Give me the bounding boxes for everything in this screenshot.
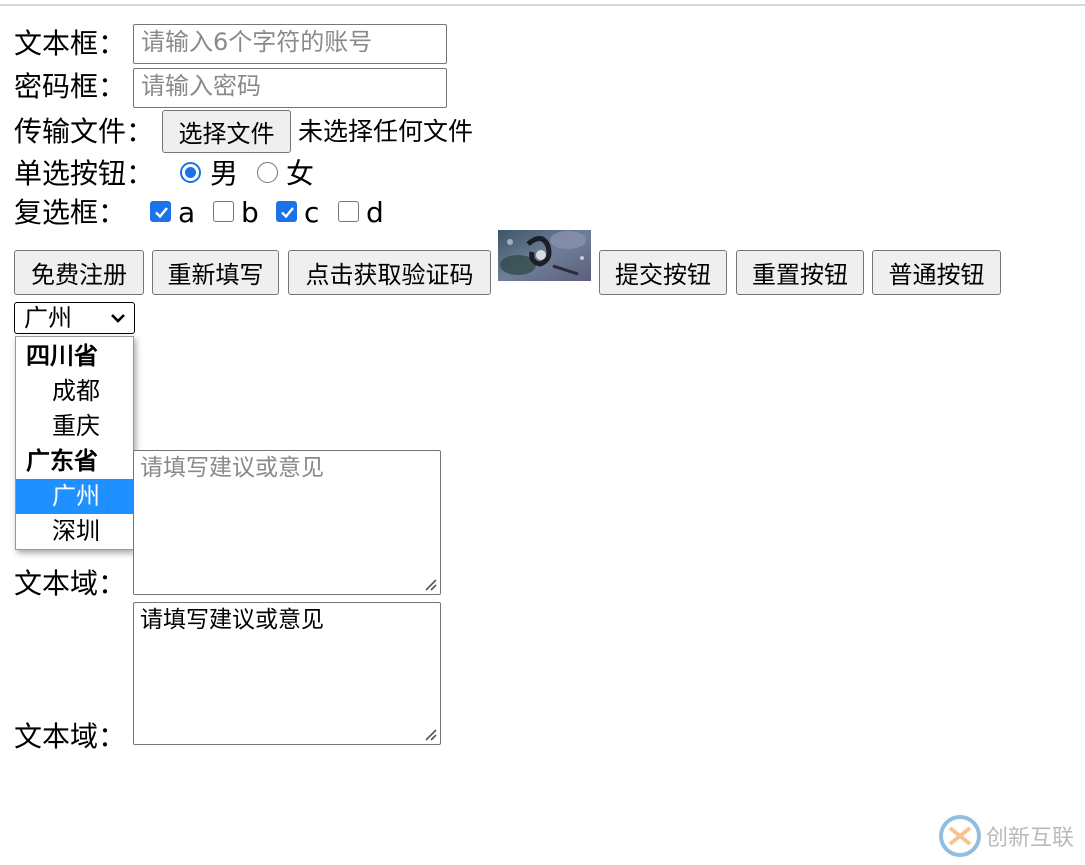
watermark: 创新互联 bbox=[934, 806, 1084, 862]
file-field-label: 传输文件： bbox=[14, 115, 155, 148]
password-field-label: 密码框： bbox=[14, 70, 127, 103]
choose-file-button[interactable]: 选择文件 bbox=[162, 110, 291, 153]
checkbox-d[interactable] bbox=[338, 201, 359, 222]
check-icon bbox=[281, 207, 294, 219]
checkbox-c[interactable] bbox=[276, 201, 297, 222]
top-divider bbox=[0, 4, 1085, 6]
checkbox-c-label: c bbox=[304, 196, 320, 229]
checkbox-d-label: d bbox=[366, 196, 384, 229]
text-field-label: 文本框： bbox=[14, 27, 127, 60]
brand-logo-icon bbox=[939, 815, 981, 857]
image-submit-button[interactable] bbox=[498, 230, 591, 281]
textarea-1-label: 文本域： bbox=[14, 567, 127, 600]
radio-field-label: 单选按钮： bbox=[14, 157, 155, 190]
option-chongqing[interactable]: 重庆 bbox=[16, 409, 133, 444]
register-button[interactable]: 免费注册 bbox=[14, 250, 144, 295]
chevron-down-icon bbox=[111, 314, 125, 323]
optgroup-sichuan: 四川省 bbox=[26, 342, 98, 370]
watermark-text: 创新互联 bbox=[986, 826, 1075, 851]
password-input[interactable]: 请输入密码 bbox=[133, 68, 447, 108]
password-input-placeholder: 请输入密码 bbox=[141, 72, 261, 100]
checkbox-b-label: b bbox=[241, 196, 259, 229]
suggestion-textarea-1[interactable]: 请填写建议或意见 bbox=[133, 450, 441, 595]
submit-button[interactable]: 提交按钮 bbox=[599, 250, 727, 295]
reset-button[interactable]: 重置按钮 bbox=[736, 250, 864, 295]
file-status-text: 未选择任何文件 bbox=[298, 117, 474, 146]
checkbox-a[interactable] bbox=[150, 201, 171, 222]
city-select-value: 广州 bbox=[24, 304, 72, 332]
account-input-placeholder: 请输入6个字符的账号 bbox=[141, 28, 373, 56]
city-select[interactable]: 广州 bbox=[14, 302, 135, 334]
game-scene-image bbox=[498, 230, 591, 281]
textarea-1-placeholder: 请填写建议或意见 bbox=[140, 455, 324, 481]
normal-button[interactable]: 普通按钮 bbox=[872, 250, 1001, 295]
captcha-button[interactable]: 点击获取验证码 bbox=[288, 250, 491, 295]
option-chengdu[interactable]: 成都 bbox=[16, 374, 133, 409]
checkbox-field-label: 复选框： bbox=[14, 196, 127, 229]
refill-button[interactable]: 重新填写 bbox=[152, 250, 279, 295]
radio-female[interactable] bbox=[257, 162, 278, 183]
checkbox-b[interactable] bbox=[213, 201, 234, 222]
option-guangzhou[interactable]: 广州 bbox=[16, 479, 133, 514]
radio-male[interactable] bbox=[180, 162, 201, 183]
textarea-2-value: 请填写建议或意见 bbox=[140, 607, 324, 633]
suggestion-textarea-2[interactable]: 请填写建议或意见 bbox=[133, 602, 441, 745]
checkbox-a-label: a bbox=[178, 196, 196, 229]
radio-female-label: 女 bbox=[286, 157, 315, 190]
check-icon bbox=[155, 207, 168, 219]
resize-grip-icon[interactable] bbox=[423, 577, 437, 591]
city-dropdown-list: 四川省 成都 重庆 广东省 广州 深圳 bbox=[15, 336, 134, 550]
account-input[interactable]: 请输入6个字符的账号 bbox=[133, 24, 447, 64]
resize-grip-icon[interactable] bbox=[423, 727, 437, 741]
option-shenzhen[interactable]: 深圳 bbox=[16, 514, 133, 549]
textarea-2-label: 文本域： bbox=[14, 720, 127, 753]
radio-male-label: 男 bbox=[210, 157, 239, 190]
optgroup-guangdong: 广东省 bbox=[26, 447, 98, 475]
